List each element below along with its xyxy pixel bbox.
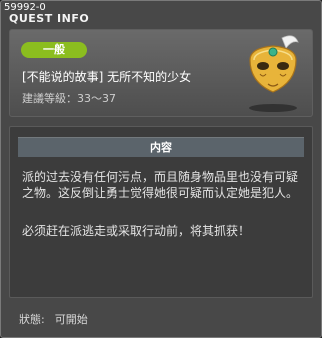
golden-mask-icon — [249, 35, 299, 112]
quest-info-window: 59992-0 QUEST INFO 一般 [不能说的故事] 无所不知的少女 建… — [0, 0, 322, 338]
category-badge: 一般 — [21, 42, 87, 58]
recommended-level: 建議等級：33～37 — [22, 92, 116, 105]
window-title: QUEST INFO — [9, 12, 90, 25]
quest-description: 派的过去没有任何污点，而且随身物品里也没有可疑之物。这反倒让勇士觉得她很可疑而认… — [22, 169, 302, 239]
quest-header-panel: 一般 [不能说的故事] 无所不知的少女 建議等級：33～37 — [9, 29, 313, 117]
quest-status: 狀態: 可開始 — [19, 311, 98, 327]
description-paragraph-2: 必须赶在派逃走或采取行动前，将其抓获！ — [22, 224, 251, 238]
content-panel: 内容 派的过去没有任何污点，而且随身物品里也没有可疑之物。这反倒让勇士觉得她很可… — [9, 126, 313, 298]
description-paragraph-1: 派的过去没有任何污点，而且随身物品里也没有可疑之物。这反倒让勇士觉得她很可疑而认… — [22, 170, 299, 200]
status-label: 狀態: — [19, 313, 45, 326]
quest-title: [不能说的故事] 无所不知的少女 — [22, 70, 192, 84]
status-value: 可開始 — [54, 313, 88, 326]
content-header: 内容 — [18, 137, 304, 157]
